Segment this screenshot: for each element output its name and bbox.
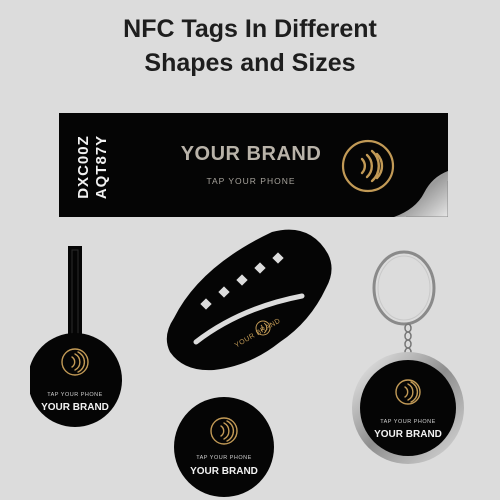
title-line-1: NFC Tags In Different <box>123 15 377 43</box>
strip-serial-code: DXC00Z AQT87Y <box>67 123 119 211</box>
keychain-brand-text: YOUR BRAND <box>374 429 442 440</box>
page-title: NFC Tags In Different Shapes and Sizes <box>0 12 500 80</box>
peel-corner-icon <box>394 171 448 217</box>
strip-code-line-1: DXC00Z <box>75 135 93 199</box>
strip-tap-text: TAP YOUR PHONE <box>206 176 296 186</box>
wristband-shape <box>166 229 332 371</box>
round-tag-tap-text: TAP YOUR PHONE <box>196 455 252 461</box>
hang-tag-brand-text: YOUR BRAND <box>41 402 109 413</box>
strip-brand-text: YOUR BRAND <box>180 143 322 165</box>
strip-nfc-tag: DXC00Z AQT87Y YOUR BRAND TAP YOUR PHONE <box>59 113 448 217</box>
round-tag-brand-text: YOUR BRAND <box>190 466 258 477</box>
keychain-tap-text: TAP YOUR PHONE <box>380 419 436 425</box>
strip-code-line-2: AQT87Y <box>93 134 111 200</box>
round-tag-shape <box>174 397 274 497</box>
title-line-2: Shapes and Sizes <box>144 49 356 77</box>
hang-tag-tap-text: TAP YOUR PHONE <box>47 392 103 398</box>
